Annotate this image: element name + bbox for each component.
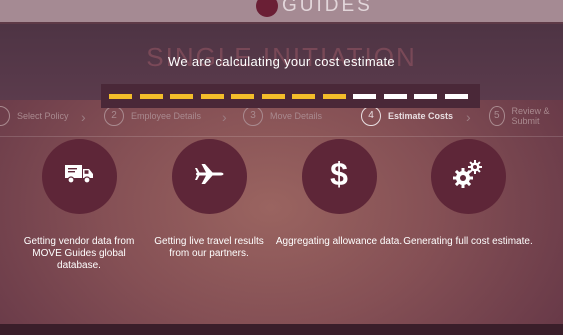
gears-icon (451, 158, 485, 195)
status-caption: Getting live travel results from our par… (154, 236, 264, 259)
airplane-icon (193, 162, 225, 191)
step-label: Move Details (270, 111, 323, 121)
step-number: 4 (361, 106, 381, 126)
loading-message: We are calculating your cost estimate (168, 54, 395, 69)
progress-segment (139, 94, 163, 99)
dollar-icon: $ (328, 156, 350, 196)
progress-segment (444, 94, 468, 99)
step-select-policy[interactable]: Select Policy (0, 106, 69, 126)
status-item-vendor-data: Getting vendor data from MOVE Guides glo… (14, 139, 144, 272)
svg-text:$: $ (330, 157, 348, 191)
step-move-details[interactable]: 3 Move Details (243, 106, 322, 126)
loading-progress-bar (101, 84, 480, 108)
chevron-right-icon: › (222, 109, 227, 125)
status-item-travel-results: Getting live travel results from our par… (144, 139, 274, 260)
step-label: Estimate Costs (388, 111, 454, 121)
footer-bar (0, 324, 563, 335)
status-caption: Getting vendor data from MOVE Guides glo… (23, 236, 135, 271)
status-caption: Aggregating allowance data. (275, 236, 403, 247)
chevron-right-icon: › (466, 109, 471, 125)
step-number: 2 (104, 106, 124, 126)
progress-segment (170, 94, 193, 99)
step-employee-details[interactable]: 2 Employee Details (104, 106, 201, 126)
progress-segment (231, 94, 254, 99)
step-review-submit[interactable]: 5 Review & Submit (489, 106, 563, 126)
status-item-allowance-data: $ Aggregating allowance data. (274, 139, 404, 248)
step-label: Employee Details (131, 111, 202, 121)
progress-segment (292, 94, 315, 99)
icon-circle (171, 139, 247, 214)
icon-circle (430, 139, 506, 214)
progress-segment (109, 94, 132, 99)
icon-circle: $ (301, 139, 377, 214)
step-number: 5 (489, 106, 505, 126)
top-bar: GUIDES (0, 0, 563, 24)
brand-name: GUIDES (282, 0, 373, 16)
progress-segment (200, 94, 224, 99)
truck-icon (64, 163, 94, 190)
chevron-right-icon: › (81, 109, 86, 125)
logo-mark-icon (256, 0, 278, 17)
step-number: 3 (243, 106, 263, 126)
progress-segment (261, 94, 285, 99)
progress-segment (353, 94, 376, 99)
step-estimate-costs[interactable]: 4 Estimate Costs (361, 106, 453, 126)
icon-circle (41, 139, 117, 214)
status-caption: Generating full cost estimate. (403, 236, 533, 247)
status-item-cost-estimate: Generating full cost estimate. (403, 139, 533, 248)
progress-segment (322, 94, 346, 99)
step-number (0, 106, 10, 126)
step-label: Review & Submit (511, 106, 550, 126)
brand-logo[interactable]: GUIDES (256, 0, 373, 17)
progress-segment (383, 94, 407, 99)
step-label: Select Policy (17, 111, 69, 121)
progress-segment (414, 94, 437, 99)
